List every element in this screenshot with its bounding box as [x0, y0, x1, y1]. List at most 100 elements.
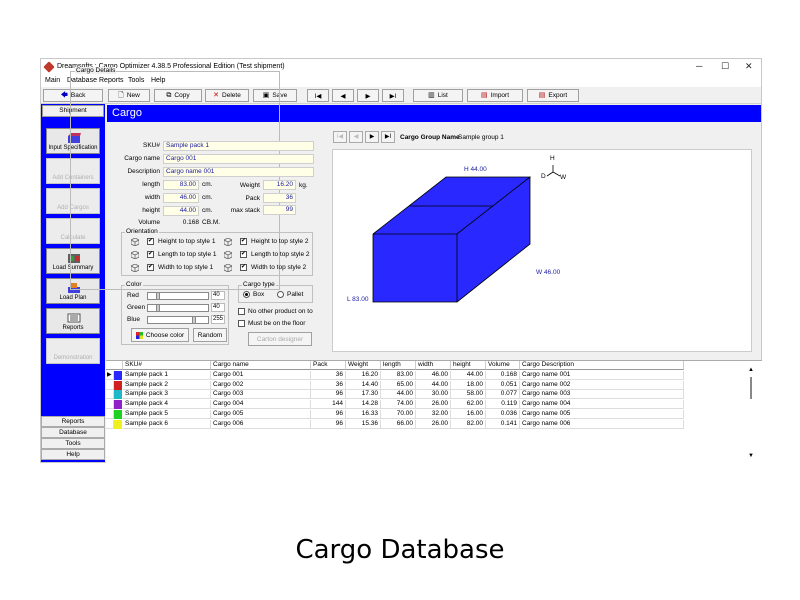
table-cell-height[interactable]: 82.00 [451, 419, 486, 429]
menu-main[interactable]: Main [45, 77, 60, 84]
last-record-button[interactable]: ▶I [382, 89, 404, 102]
table-cell-length[interactable]: 83.00 [381, 371, 416, 380]
table-cell-length[interactable]: 70.00 [381, 409, 416, 419]
export-button[interactable]: ▤ Export [527, 89, 579, 102]
table-cell-length[interactable]: 74.00 [381, 400, 416, 410]
max-stack-field[interactable]: 99 [263, 205, 296, 215]
table-cell-volume[interactable]: 0.077 [486, 390, 520, 400]
table-cell-sku[interactable]: Sample pack 5 [123, 409, 211, 419]
pallet-radio[interactable] [277, 291, 284, 298]
green-slider-thumb[interactable] [156, 305, 160, 311]
choose-color-button[interactable]: Choose color [131, 328, 189, 342]
import-button[interactable]: ▤ Import [467, 89, 523, 102]
length-field[interactable]: 83.00 [163, 180, 199, 190]
green-value[interactable]: 40 [211, 303, 225, 312]
table-cell-width[interactable]: 26.00 [416, 400, 451, 410]
table-cell-name[interactable]: Cargo 006 [211, 419, 311, 429]
table-cell-height[interactable]: 18.00 [451, 380, 486, 390]
list-button[interactable]: ▥ List [413, 89, 463, 102]
table-cell-height[interactable]: 62.00 [451, 400, 486, 410]
pack-field[interactable]: 36 [263, 193, 296, 203]
row-gutter[interactable] [106, 409, 114, 419]
group-prev-button[interactable]: ◀ [349, 131, 363, 143]
footer-reports[interactable]: Reports [41, 416, 105, 427]
table-cell-volume[interactable]: 0.036 [486, 409, 520, 419]
table-cell-pack[interactable]: 96 [311, 390, 346, 400]
minimize-button[interactable]: ─ [696, 61, 702, 71]
table-cell-name[interactable]: Cargo 003 [211, 390, 311, 400]
height-top-2-checkbox[interactable]: ✔ [240, 238, 247, 245]
row-gutter[interactable] [106, 419, 114, 429]
grid-header-sku[interactable]: SKU# [123, 361, 211, 370]
table-cell-length[interactable]: 65.00 [381, 380, 416, 390]
table-cell-width[interactable]: 32.00 [416, 409, 451, 419]
grid-header-volume[interactable]: Volume [486, 361, 520, 370]
table-cell-sku[interactable]: Sample pack 4 [123, 400, 211, 410]
cargo-name-field[interactable]: Cargo 001 [163, 154, 314, 164]
grid-header-pack[interactable]: Pack [311, 361, 346, 370]
scroll-thumb[interactable] [750, 377, 752, 399]
scroll-up-icon[interactable]: ▲ [748, 367, 754, 373]
cargo-3d-viewport[interactable]: H 44.00 W 46.00 L 83.00 H D W [332, 149, 752, 352]
blue-slider-thumb[interactable] [192, 317, 196, 323]
red-slider-thumb[interactable] [156, 293, 160, 299]
table-cell-height[interactable]: 44.00 [451, 371, 486, 380]
table-cell-length[interactable]: 44.00 [381, 390, 416, 400]
table-cell-desc[interactable]: Cargo name 002 [520, 380, 684, 390]
table-cell-name[interactable]: Cargo 004 [211, 400, 311, 410]
maximize-button[interactable]: ☐ [721, 61, 729, 72]
table-cell-pack[interactable]: 96 [311, 419, 346, 429]
table-cell-sku[interactable]: Sample pack 3 [123, 390, 211, 400]
table-cell-desc[interactable]: Cargo name 006 [520, 419, 684, 429]
table-cell-weight[interactable]: 16.33 [346, 409, 381, 419]
table-cell-width[interactable]: 46.00 [416, 371, 451, 380]
description-field[interactable]: Cargo name 001 [163, 167, 314, 177]
no-other-product-checkbox[interactable] [238, 308, 245, 315]
table-cell-desc[interactable]: Cargo name 001 [520, 371, 684, 380]
box-radio[interactable] [243, 291, 250, 298]
grid-header-height[interactable]: height [451, 361, 486, 370]
width-top-1-checkbox[interactable]: ✔ [147, 264, 154, 271]
table-cell-volume[interactable]: 0.168 [486, 371, 520, 380]
table-cell-volume[interactable]: 0.051 [486, 380, 520, 390]
grid-header-width[interactable]: width [416, 361, 451, 370]
table-cell-height[interactable]: 16.00 [451, 409, 486, 419]
footer-help[interactable]: Help [41, 449, 105, 460]
blue-value[interactable]: 255 [211, 315, 225, 324]
grid-vertical-scrollbar[interactable]: ▲ ▼ [746, 361, 756, 462]
carton-designer-button[interactable]: Carton designer [248, 332, 312, 346]
grid-header-desc[interactable]: Cargo Description [520, 361, 684, 370]
table-cell-volume[interactable]: 0.119 [486, 400, 520, 410]
table-cell-width[interactable]: 44.00 [416, 380, 451, 390]
table-cell-weight[interactable]: 17.30 [346, 390, 381, 400]
scroll-down-icon[interactable]: ▼ [748, 453, 754, 459]
table-cell-name[interactable]: Cargo 002 [211, 380, 311, 390]
blue-slider[interactable] [147, 316, 209, 324]
close-button[interactable]: ✕ [745, 61, 753, 72]
table-cell-weight[interactable]: 15.36 [346, 419, 381, 429]
table-cell-name[interactable]: Cargo 005 [211, 409, 311, 419]
table-cell-pack[interactable]: 144 [311, 400, 346, 410]
group-next-button[interactable]: ▶ [365, 131, 379, 143]
height-top-1-checkbox[interactable]: ✔ [147, 238, 154, 245]
weight-field[interactable]: 16.20 [263, 180, 296, 190]
red-value[interactable]: 40 [211, 291, 225, 300]
table-cell-height[interactable]: 58.00 [451, 390, 486, 400]
sku-field[interactable]: Sample pack 1 [163, 141, 314, 151]
length-top-2-checkbox[interactable]: ✔ [240, 251, 247, 258]
width-field[interactable]: 46.00 [163, 193, 199, 203]
table-cell-desc[interactable]: Cargo name 004 [520, 400, 684, 410]
first-record-button[interactable]: I◀ [307, 89, 329, 102]
length-top-1-checkbox[interactable]: ✔ [147, 251, 154, 258]
green-slider[interactable] [147, 304, 209, 312]
table-cell-name[interactable]: Cargo 001 [211, 371, 311, 380]
group-last-button[interactable]: ▶I [381, 131, 395, 143]
footer-database[interactable]: Database [41, 427, 105, 438]
random-button[interactable]: Random [193, 328, 227, 342]
current-row-indicator-icon[interactable]: ▶ [106, 371, 114, 380]
grid-header-name[interactable]: Cargo name [211, 361, 311, 370]
row-gutter[interactable] [106, 400, 114, 410]
table-cell-sku[interactable]: Sample pack 2 [123, 380, 211, 390]
grid-header-weight[interactable]: Weight [346, 361, 381, 370]
next-record-button[interactable]: ▶ [357, 89, 379, 102]
